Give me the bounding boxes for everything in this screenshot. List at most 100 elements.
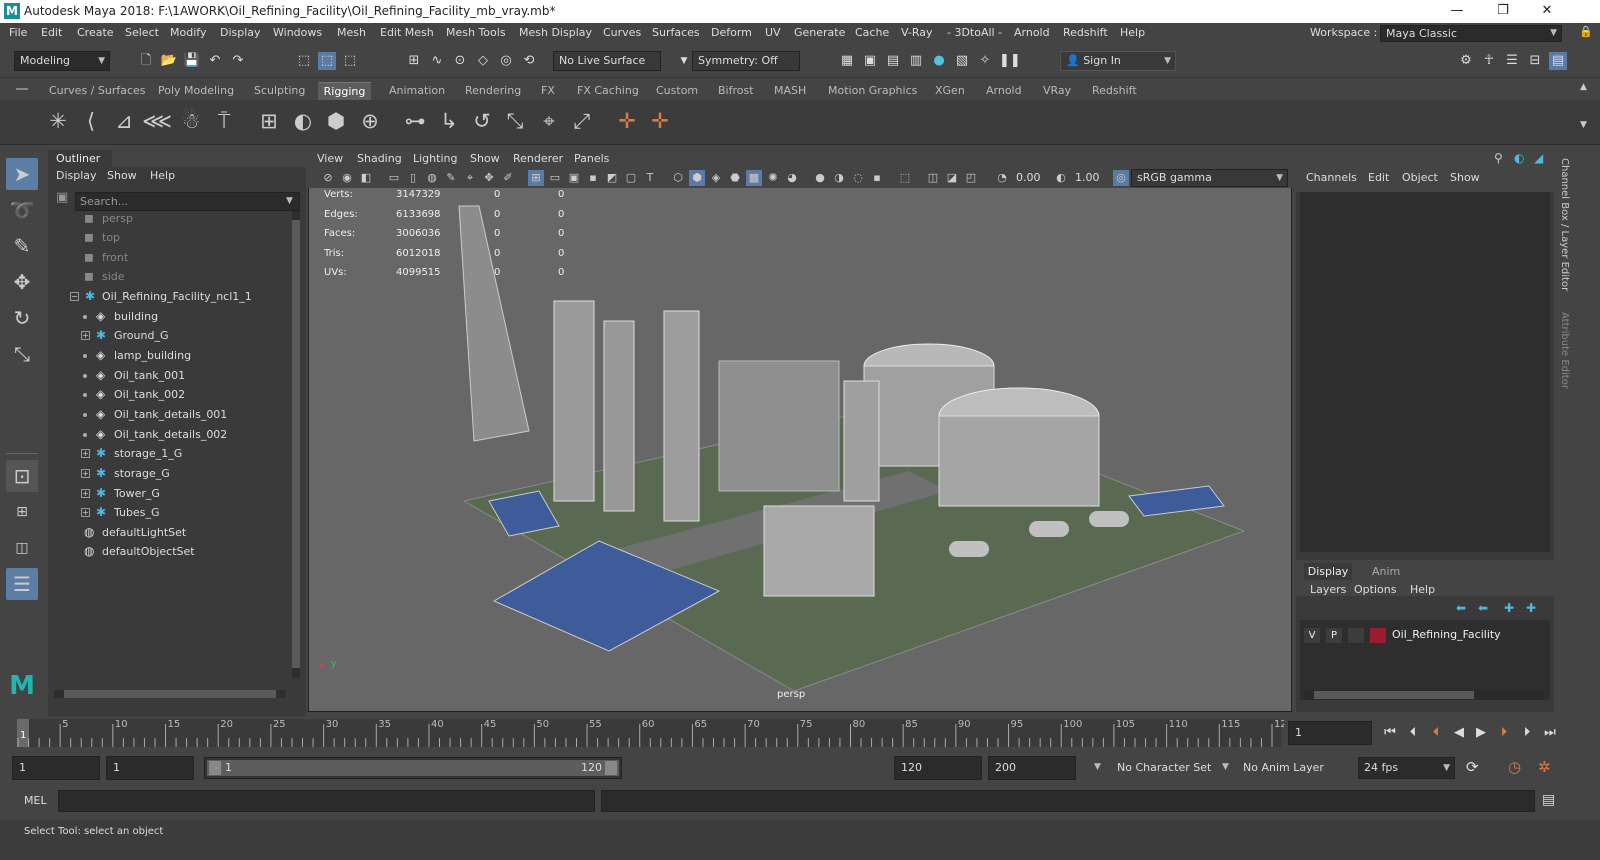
undo-icon[interactable]: ↶ xyxy=(206,52,224,70)
layer-menu-options[interactable]: Options xyxy=(1354,583,1396,596)
lights-icon[interactable]: ✺ xyxy=(765,170,781,186)
select-object-icon[interactable]: ⬚ xyxy=(318,52,336,70)
open-scene-icon[interactable]: 📂 xyxy=(160,52,178,70)
character-set-chevron-icon[interactable]: ▼ xyxy=(1094,762,1101,772)
gate-mask-icon[interactable]: ▪ xyxy=(585,170,601,186)
shelf-tab-curves-surfaces[interactable]: Curves / Surfaces xyxy=(48,82,147,100)
move-layer-down-icon[interactable]: ⬅ xyxy=(1478,601,1488,615)
scale-constraint-icon[interactable]: ⤡ xyxy=(500,106,530,136)
shelf-tab-xgen[interactable]: XGen xyxy=(934,82,966,100)
xray-icon[interactable]: ▩ xyxy=(746,170,762,186)
vp-menu-shading[interactable]: Shading xyxy=(357,152,402,165)
save-scene-icon[interactable]: 💾 xyxy=(183,52,201,70)
two-d-pan-icon[interactable]: ✥ xyxy=(481,170,497,186)
outliner-item-root[interactable]: − ✱ Oil_Refining_Facility_ncl1_1 xyxy=(48,287,288,306)
modeling-toolkit-icon[interactable]: ⚙ xyxy=(1457,52,1475,70)
depth-of-field-icon[interactable]: ▪ xyxy=(869,170,885,186)
play-forward-icon[interactable]: ▶ xyxy=(1472,724,1490,742)
shelf-tab-motion-graphics[interactable]: Motion Graphics xyxy=(827,82,918,100)
exposure-field[interactable]: 0.00 xyxy=(1016,171,1041,184)
attribute-editor-tab[interactable]: Attribute Editor xyxy=(1559,312,1570,389)
channel-box-layer-editor-tab[interactable]: Channel Box / Layer Editor xyxy=(1559,158,1570,291)
four-view-layout-icon[interactable]: ⊞ xyxy=(6,496,38,528)
layer-color-swatch[interactable] xyxy=(1370,628,1386,643)
outliner-item-storage-g[interactable]: + ✱ storage_G xyxy=(48,464,288,483)
paint-weights-icon[interactable]: ◐ xyxy=(288,106,318,136)
range-slider[interactable]: 1 120 xyxy=(204,757,622,779)
two-view-layout-icon[interactable]: ◫ xyxy=(6,532,38,564)
smooth-shade-icon[interactable]: ⬢ xyxy=(689,170,705,186)
text-overlay-icon[interactable]: T xyxy=(642,170,658,186)
script-language-toggle[interactable]: MEL xyxy=(24,794,47,807)
range-handle-end[interactable] xyxy=(605,761,617,775)
grid-icon[interactable]: ⊞ xyxy=(528,170,544,186)
menu-edit-mesh[interactable]: Edit Mesh xyxy=(380,26,434,39)
light-editor-icon[interactable]: ✧ xyxy=(976,52,994,70)
channel-menu-show[interactable]: Show xyxy=(1450,171,1480,184)
menu-select[interactable]: Select xyxy=(125,26,159,39)
grease-pencil-icon[interactable]: ✎ xyxy=(443,170,459,186)
gamma-icon[interactable]: ◐ xyxy=(1053,170,1069,186)
menu-file[interactable]: File xyxy=(9,26,27,39)
outliner-scroll-thumb[interactable] xyxy=(292,220,300,668)
new-scene-icon[interactable]: 🗋 xyxy=(137,52,155,70)
close-icon[interactable]: ✕ xyxy=(1524,0,1570,23)
outliner-item-oil-tank-details-001[interactable]: ◈ Oil_tank_details_001 xyxy=(48,405,288,424)
vp-menu-lighting[interactable]: Lighting xyxy=(413,152,457,165)
expand-icon[interactable]: + xyxy=(81,449,90,458)
skeleton-icon[interactable]: ⍑ xyxy=(209,106,239,136)
maximize-icon[interactable]: ❐ xyxy=(1480,0,1526,23)
film-gate-icon[interactable]: ▭ xyxy=(386,170,402,186)
resolution-gate-icon[interactable]: ▯ xyxy=(405,170,421,186)
new-layer-selected-icon[interactable]: ✚ xyxy=(1526,601,1536,615)
pause-icon[interactable]: ❚❚ xyxy=(999,52,1021,70)
human-ik-rig-icon[interactable]: ☃ xyxy=(176,106,206,136)
outliner-item-default-object-set[interactable]: ◍ defaultObjectSet xyxy=(48,542,288,561)
character-set-field[interactable]: No Character Set xyxy=(1110,756,1214,780)
time-ruler[interactable]: 5 10 15 20 25 30 35 40 45 50 55 60 65 70 75 80 85 90 95 100… xyxy=(0,716,1284,750)
viewport-persp[interactable]: x y persp xyxy=(308,150,1292,712)
exposure-icon[interactable]: ◔ xyxy=(994,170,1010,186)
chevron-down-icon[interactable]: ▼ xyxy=(286,196,293,206)
snap-plane-icon[interactable]: ◇ xyxy=(474,52,492,70)
cluster-icon[interactable]: ⊕ xyxy=(355,106,385,136)
anti-aliasing-icon[interactable]: ◌ xyxy=(850,170,866,186)
pencil-icon[interactable]: ✐ xyxy=(500,170,516,186)
color-management-icon[interactable]: ◎ xyxy=(1113,170,1129,186)
animation-end-field[interactable]: 200 xyxy=(988,756,1076,780)
bookmark-icon[interactable]: ◧ xyxy=(358,170,374,186)
channel-menu-object[interactable]: Object xyxy=(1402,171,1438,184)
snap-grid-icon[interactable]: ⊞ xyxy=(405,52,423,70)
sign-in-button[interactable]: 👤 Sign In ▼ xyxy=(1060,51,1176,71)
vp-menu-show[interactable]: Show xyxy=(470,152,500,165)
display-layer-row[interactable]: V P Oil_Refining_Facility xyxy=(1304,626,1548,645)
select-camera-icon[interactable]: ⊘ xyxy=(320,170,336,186)
safe-title-icon[interactable]: ▣ xyxy=(566,170,582,186)
layer-menu-layers[interactable]: Layers xyxy=(1310,583,1346,596)
parent-constraint-icon[interactable]: ⌖ xyxy=(534,106,564,136)
animation-start-field[interactable]: 1 xyxy=(12,756,100,780)
quick-rig-icon[interactable]: ⋘ xyxy=(142,106,172,136)
outliner-item-storage-1-g[interactable]: + ✱ storage_1_G xyxy=(48,444,288,463)
xray-active-icon[interactable]: ◪ xyxy=(944,170,960,186)
single-perspective-view-icon[interactable]: ⊡ xyxy=(6,460,38,492)
snap-point-icon[interactable]: ⊙ xyxy=(451,52,469,70)
shelf-tab-animation[interactable]: Animation xyxy=(388,82,446,100)
render-view-icon[interactable]: ▥ xyxy=(907,52,925,70)
layer-h-scrollbar[interactable] xyxy=(1304,690,1544,700)
outliner-item-ground-g[interactable]: + ✱ Ground_G xyxy=(48,326,288,345)
redo-icon[interactable]: ↷ xyxy=(229,52,247,70)
locator-icon[interactable]: ✛ xyxy=(612,106,642,136)
play-backward-icon[interactable]: ◀ xyxy=(1450,724,1468,742)
playback-start-field[interactable]: 1 xyxy=(106,756,194,780)
menu-create[interactable]: Create xyxy=(77,26,114,39)
vp-menu-view[interactable]: View xyxy=(317,152,343,165)
shelf-tab-arnold[interactable]: Arnold xyxy=(985,82,1023,100)
outliner-layout-icon[interactable]: ☰ xyxy=(6,568,38,600)
outliner-filter-icon[interactable]: ▣ xyxy=(56,190,68,205)
outliner-item-oil-tank-002[interactable]: ◈ Oil_tank_002 xyxy=(48,385,288,404)
ipr-render-icon[interactable]: ▤ xyxy=(884,52,902,70)
outliner-item-front[interactable]: ◼ front xyxy=(48,248,288,267)
layer-playback-toggle[interactable]: P xyxy=(1326,628,1342,643)
outliner-menu-show[interactable]: Show xyxy=(107,169,137,182)
